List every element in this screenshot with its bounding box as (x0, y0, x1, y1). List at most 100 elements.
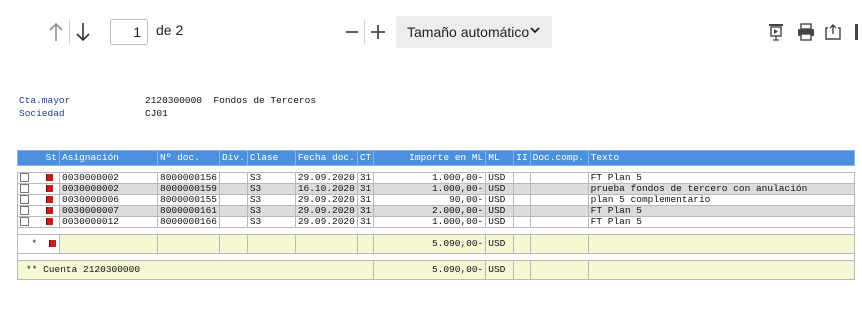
cell-clase: S3 (246, 205, 296, 218)
column-header[interactable]: Importe en ML (373, 150, 487, 166)
row-checkbox[interactable] (20, 184, 29, 194)
cell-ndoc: 8000000166 (156, 216, 221, 229)
column-header[interactable]: Asignación (59, 150, 158, 166)
cell-ii (513, 183, 531, 196)
column-header[interactable]: St (17, 150, 60, 166)
column-header[interactable]: Nº doc. (156, 150, 221, 166)
column-header[interactable]: CT (356, 150, 375, 166)
document-icon[interactable] (46, 207, 54, 215)
cell-clase: S3 (246, 183, 296, 196)
column-header[interactable]: Fecha doc. (294, 150, 358, 166)
cell-importe: 2.000,00- (373, 205, 487, 218)
table-row[interactable]: 0030000012 8000000166 S3 29.09.2020 31 1… (17, 216, 855, 229)
cell-asignacion: 0030000002 (59, 171, 158, 185)
overflow-edge-icon[interactable] (852, 20, 862, 44)
zoom-select[interactable]: Tamaño automático (396, 16, 552, 48)
cta-mayor-value: 2120300000 Fondos de Terceros (145, 95, 317, 106)
cell-ml: USD (485, 216, 515, 229)
print-icon[interactable] (796, 18, 816, 46)
row-checkbox[interactable] (20, 206, 29, 216)
cell-ct: 31 (356, 171, 375, 185)
arrow-up-icon[interactable] (44, 16, 68, 48)
cell-texto: FT Plan 5 (587, 171, 855, 185)
table-row[interactable]: 0030000006 8000000155 S3 29.09.2020 31 9… (17, 194, 855, 207)
cell-doccomp (529, 205, 589, 218)
cell-fecha: 29.09.2020 (294, 205, 358, 218)
column-header[interactable]: Doc.comp. (529, 150, 589, 166)
minus-icon[interactable] (342, 16, 362, 48)
cell-ml: USD (485, 205, 515, 218)
presentation-icon[interactable] (766, 18, 786, 46)
table-row[interactable]: 0030000007 8000000161 S3 29.09.2020 31 2… (17, 205, 855, 218)
pdf-toolbar: de 2 Tamaño automático (0, 0, 862, 64)
cell-asignacion: 0030000006 (59, 194, 158, 207)
cell-doccomp (529, 171, 589, 185)
column-header[interactable]: Texto (587, 150, 855, 166)
sociedad-label: Sociedad (19, 108, 65, 119)
cell-ii (513, 205, 531, 218)
toolbar-separator (69, 20, 70, 44)
document-icon[interactable] (48, 240, 56, 248)
toolbar-separator (364, 20, 365, 44)
cell-ml: USD (485, 183, 515, 196)
column-header[interactable]: ML (485, 150, 515, 166)
table-row[interactable]: 0030000002 8000000156 S3 29.09.2020 31 1… (17, 171, 855, 185)
document-icon[interactable] (46, 196, 54, 204)
chevron-down-icon (530, 22, 540, 41)
cell-importe: 90,00- (373, 194, 487, 207)
cell-clase: S3 (246, 216, 296, 229)
row-checkbox[interactable] (20, 217, 29, 227)
cell-ndoc: 8000000159 (156, 183, 221, 196)
arrow-down-icon[interactable] (71, 16, 95, 48)
cell-ii (513, 171, 531, 185)
cell-asignacion: 0030000012 (59, 216, 158, 229)
account-total-row[interactable]: ** Cuenta 2120300000 5.090,00- USD (16, 260, 855, 281)
plus-icon[interactable] (368, 16, 388, 48)
row-checkbox[interactable] (20, 195, 29, 205)
cell-ml: USD (485, 194, 515, 207)
page-number-input[interactable] (110, 19, 148, 45)
document-icon[interactable] (46, 218, 54, 226)
table-row[interactable]: 0030000002 8000000159 S3 16.10.2020 31 1… (17, 183, 855, 196)
cell-importe: 1.000,00- (373, 171, 487, 185)
document-icon[interactable] (46, 174, 54, 181)
column-header[interactable]: II (513, 150, 531, 166)
cell-ndoc: 8000000155 (156, 194, 221, 207)
cell-fecha: 29.09.2020 (294, 171, 358, 185)
column-header[interactable]: Div. (219, 150, 248, 166)
subtotal-importe: 5.090,00- (373, 234, 487, 255)
cell-fecha: 29.09.2020 (294, 216, 358, 229)
cell-ml: USD (485, 171, 515, 185)
cell-div (219, 171, 248, 185)
cell-ct: 31 (356, 183, 375, 196)
cell-ndoc: 8000000161 (156, 205, 221, 218)
account-total-importe: 5.090,00- (373, 260, 487, 281)
cell-doccomp (529, 183, 589, 196)
cell-div (219, 205, 248, 218)
cell-asignacion: 0030000007 (59, 205, 158, 218)
cell-div (219, 194, 248, 207)
column-header[interactable]: Clase (246, 150, 296, 166)
document-icon[interactable] (46, 185, 54, 193)
cell-ct: 31 (356, 194, 375, 207)
page-count-label: de 2 (156, 22, 184, 38)
cell-clase: S3 (246, 194, 296, 207)
document-page: Cta.mayor 2120300000 Fondos de Terceros … (0, 64, 862, 309)
cell-div (219, 216, 248, 229)
save-icon[interactable] (823, 18, 843, 46)
zoom-label: Tamaño automático (407, 24, 530, 40)
cell-ndoc: 8000000156 (156, 171, 221, 185)
cell-texto: FT Plan 5 (587, 216, 855, 229)
subtotal-row[interactable]: * 5.090,00- USD (17, 234, 855, 255)
cell-importe: 1.000,00- (373, 216, 487, 229)
cell-importe: 1.000,00- (373, 183, 487, 196)
sociedad-value: CJ01 (145, 108, 168, 119)
cell-texto: prueba fondos de tercero con anulación (587, 183, 855, 196)
subtotal-ml: USD (485, 234, 515, 255)
cell-ii (513, 216, 531, 229)
account-total-ml: USD (485, 260, 515, 281)
cell-ii (513, 194, 531, 207)
row-checkbox[interactable] (20, 173, 29, 182)
cell-ct: 31 (356, 205, 375, 218)
cell-asignacion: 0030000002 (59, 183, 158, 196)
